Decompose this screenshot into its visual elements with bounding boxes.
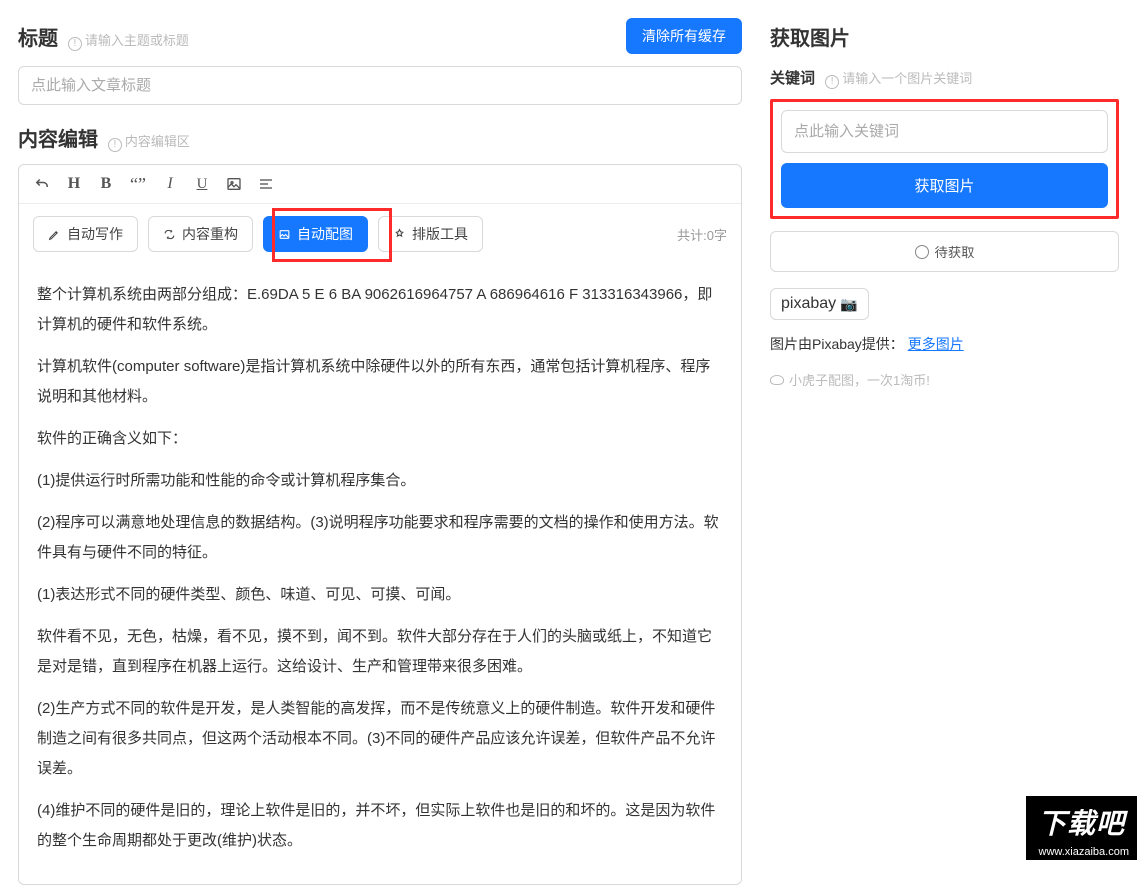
auto-image-button[interactable]: 自动配图 — [263, 216, 368, 252]
word-count: 共计:0字 — [677, 225, 727, 244]
bold-icon[interactable]: B — [97, 175, 115, 193]
italic-icon[interactable]: I — [161, 175, 179, 193]
title-label: 标题 — [18, 28, 58, 50]
keyword-highlight-box: 获取图片 — [770, 99, 1119, 219]
paragraph: (4)维护不同的硬件是旧的，理论上软件是旧的，并不坏，但实际上软件也是旧的和坏的… — [37, 796, 723, 856]
watermark-logo: 下载吧 — [1026, 796, 1137, 844]
paragraph: (2)生产方式不同的软件是开发，是人类智能的高发挥，而不是传统意义上的硬件制造。… — [37, 694, 723, 784]
underline-icon[interactable]: U — [193, 175, 211, 193]
keyword-label: 关键词 !请输入一个图片关键词 — [770, 67, 1119, 89]
action-toolbar: 自动写作 内容重构 自动配图 排版工具 共计:0字 — [19, 204, 741, 264]
fetch-image-button[interactable]: 获取图片 — [781, 163, 1108, 208]
credit-line: 图片由Pixabay提供： 更多图片 — [770, 334, 1119, 354]
align-icon[interactable] — [257, 175, 275, 193]
info-icon: ! — [825, 75, 839, 89]
title-hint: !请输入主题或标题 — [68, 33, 189, 48]
restructure-button[interactable]: 内容重构 — [148, 216, 253, 252]
paragraph: (1)表达形式不同的硬件类型、颜色、味道、可见、可摸、可闻。 — [37, 580, 723, 610]
format-toolbar: H B “” I U — [19, 165, 741, 204]
paragraph: 软件的正确含义如下： — [37, 424, 723, 454]
cloud-icon — [770, 375, 784, 385]
tip-line: 小虎子配图，一次1淘币! — [770, 370, 1119, 389]
pixabay-badge: pixabay 📷 — [770, 288, 869, 320]
content-section-header: 内容编辑 !内容编辑区 — [18, 123, 742, 152]
content-label: 内容编辑 — [18, 129, 98, 151]
image-icon[interactable] — [225, 175, 243, 193]
sidebar: 获取图片 关键词 !请输入一个图片关键词 获取图片 待获取 pixabay 📷 … — [760, 0, 1137, 860]
article-title-input[interactable] — [18, 66, 742, 105]
more-images-link[interactable]: 更多图片 — [908, 336, 964, 352]
watermark-url: www.xiazaiba.com — [1026, 844, 1137, 860]
paragraph: 软件看不见，无色，枯燥，看不见，摸不到，闻不到。软件大部分存在于人们的头脑或纸上… — [37, 622, 723, 682]
info-icon: ! — [108, 138, 122, 152]
keyword-input[interactable] — [781, 110, 1108, 153]
clear-cache-button[interactable]: 清除所有缓存 — [626, 18, 742, 54]
camera-icon: 📷 — [840, 296, 857, 313]
paragraph: (1)提供运行时所需功能和性能的命令或计算机程序集合。 — [37, 466, 723, 496]
info-icon: ! — [68, 37, 82, 51]
paragraph: 整个计算机系统由两部分组成：E.69DA 5 E 6 BA 9062616964… — [37, 280, 723, 340]
auto-write-button[interactable]: 自动写作 — [33, 216, 138, 252]
paragraph: (2)程序可以满意地处理信息的数据结构。(3)说明程序功能要求和程序需要的文档的… — [37, 508, 723, 568]
content-hint: !内容编辑区 — [108, 134, 190, 149]
pending-button[interactable]: 待获取 — [770, 231, 1119, 272]
circle-icon — [915, 245, 929, 259]
watermark: 下载吧 www.xiazaiba.com — [1026, 796, 1137, 860]
content-editor[interactable]: 整个计算机系统由两部分组成：E.69DA 5 E 6 BA 9062616964… — [19, 264, 741, 884]
quote-icon[interactable]: “” — [129, 175, 147, 193]
editor-box: H B “” I U 自动写作 内容重构 自动配图 — [18, 164, 742, 885]
paragraph: 计算机软件(computer software)是指计算机系统中除硬件以外的所有… — [37, 352, 723, 412]
main-column: 标题 !请输入主题或标题 清除所有缓存 内容编辑 !内容编辑区 H B “” — [0, 0, 760, 860]
layout-tool-button[interactable]: 排版工具 — [378, 216, 483, 252]
heading-icon[interactable]: H — [65, 175, 83, 193]
title-section-header: 标题 !请输入主题或标题 清除所有缓存 — [18, 18, 742, 54]
undo-icon[interactable] — [33, 175, 51, 193]
fetch-image-title: 获取图片 — [770, 18, 1119, 51]
